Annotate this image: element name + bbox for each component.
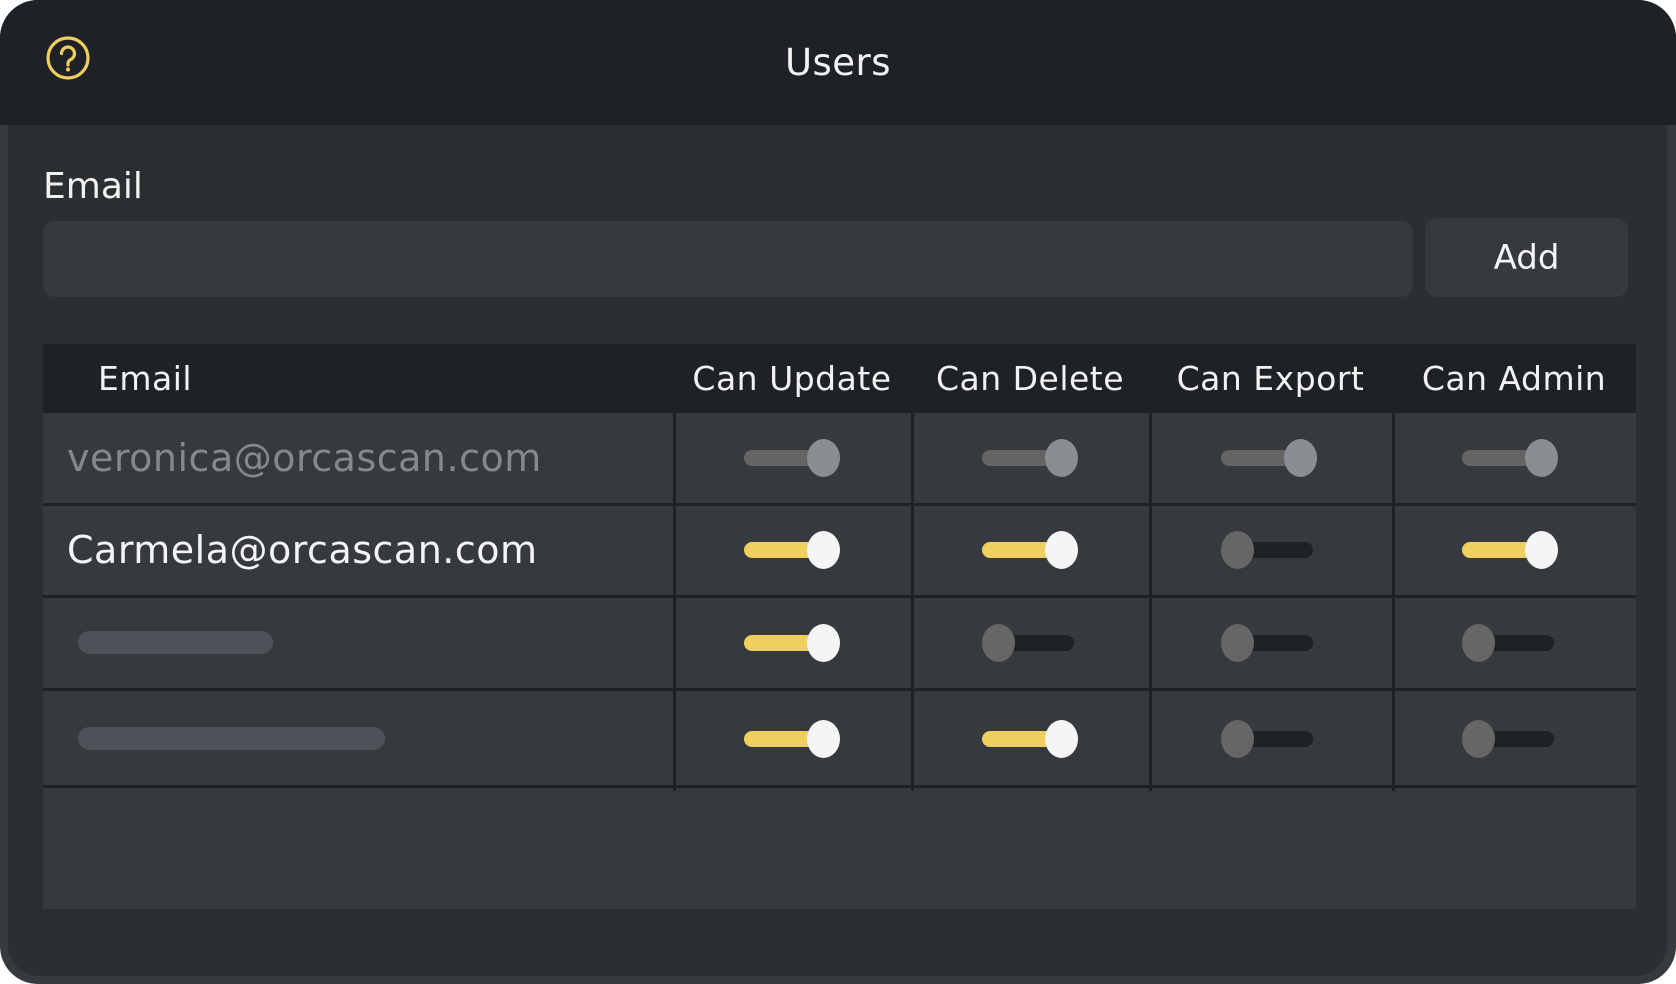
user-email: veronica@orcascan.com [67,436,542,480]
toggle-knob [1221,531,1254,569]
users-table: Email Can Update Can Delete Can Export C… [43,344,1636,909]
email-field-label: Email [43,166,143,207]
toggle-can-update[interactable] [744,531,840,569]
toggle-knob [1462,720,1495,758]
title-bar: Users [0,0,1676,125]
users-window: Users Email Add Email Can Update Can Del… [0,0,1676,984]
toggle-knob [1221,720,1254,758]
add-button[interactable]: Add [1425,218,1628,297]
toggle-can-delete[interactable] [982,720,1078,758]
toggle-knob [1221,624,1254,662]
toggle-can-export[interactable] [1221,720,1317,758]
column-header-can-update: Can Update [692,359,892,398]
email-input[interactable] [43,221,1413,297]
column-header-email: Email [98,359,193,398]
toggle-knob [1045,720,1078,758]
toggle-knob [1462,624,1495,662]
table-row [43,693,1636,785]
toggle-knob [1525,531,1558,569]
table-row [43,598,1636,688]
user-email: Carmela@orcascan.com [67,528,538,572]
row-divider [43,785,1636,788]
column-divider [673,413,676,791]
toggle-knob [1284,439,1317,477]
toggle-can-export[interactable] [1221,624,1317,662]
email-loading-placeholder [78,631,273,654]
toggle-can-delete [982,439,1078,477]
toggle-knob [807,531,840,569]
toggle-can-export [1221,439,1317,477]
toggle-can-delete[interactable] [982,624,1078,662]
toggle-can-admin [1462,439,1558,477]
column-header-can-export: Can Export [1176,359,1365,398]
toggle-can-delete[interactable] [982,531,1078,569]
column-header-can-delete: Can Delete [935,359,1125,398]
column-divider [911,413,914,791]
toggle-can-admin[interactable] [1462,720,1558,758]
email-loading-placeholder [78,727,385,750]
table-row: Carmela@orcascan.com [43,505,1636,595]
toggle-knob [982,624,1015,662]
toggle-can-update[interactable] [744,624,840,662]
toggle-can-admin[interactable] [1462,531,1558,569]
column-divider [1392,413,1395,791]
toggle-knob [1525,439,1558,477]
toggle-can-admin[interactable] [1462,624,1558,662]
toggle-knob [807,439,840,477]
toggle-knob [1045,439,1078,477]
toggle-knob [1045,531,1078,569]
toggle-knob [807,624,840,662]
toggle-can-export[interactable] [1221,531,1317,569]
toggle-can-update [744,439,840,477]
toggle-knob [807,720,840,758]
row-divider [43,688,1636,691]
table-header: Email Can Update Can Delete Can Export C… [43,344,1636,413]
toggle-can-update[interactable] [744,720,840,758]
window-title: Users [784,41,892,84]
column-divider [1149,413,1152,791]
table-row: veronica@orcascan.com [43,413,1636,503]
column-header-can-admin: Can Admin [1421,359,1607,398]
